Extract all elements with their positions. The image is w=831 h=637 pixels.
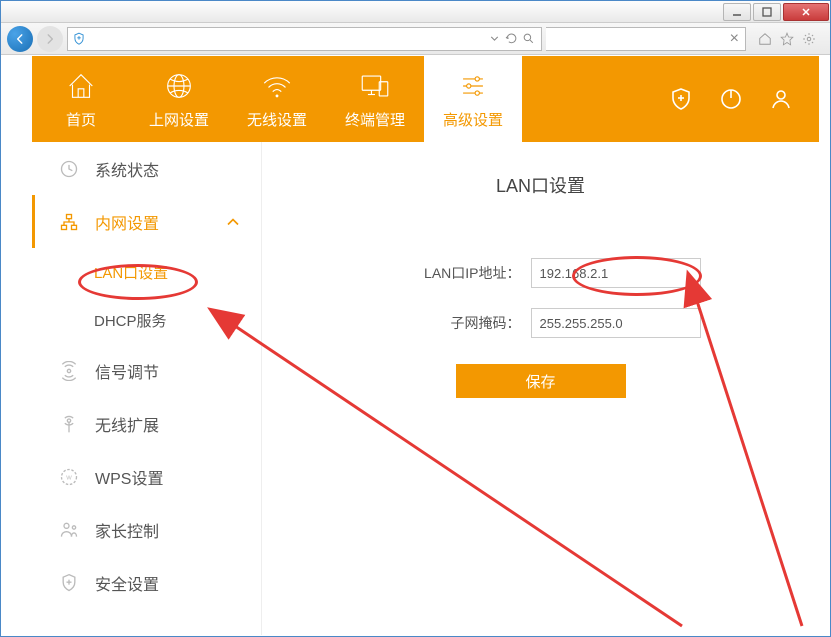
window-maximize-button[interactable] bbox=[753, 3, 781, 21]
ip-label: LAN口IP地址： bbox=[381, 263, 521, 283]
sidebar-item-label: 安全设置 bbox=[95, 571, 159, 595]
form-row-mask: 子网掩码： bbox=[292, 308, 789, 338]
chevron-up-icon bbox=[223, 212, 243, 232]
page-viewport: 首页 上网设置 无线设置 终端管理 高级设置 bbox=[2, 56, 829, 635]
signal-icon bbox=[59, 361, 79, 381]
sidebar-sub-dhcp[interactable]: DHCP服务 bbox=[32, 296, 261, 344]
sidebar-item-system-status[interactable]: 系统状态 bbox=[32, 142, 261, 195]
sidebar-item-label: 无线扩展 bbox=[95, 412, 159, 436]
power-icon[interactable] bbox=[719, 87, 743, 111]
devices-icon bbox=[358, 69, 392, 103]
sidebar-item-wireless-extend[interactable]: 无线扩展 bbox=[32, 397, 261, 450]
tab-wireless-settings[interactable]: 无线设置 bbox=[228, 56, 326, 142]
mask-label: 子网掩码： bbox=[381, 313, 521, 333]
home-icon bbox=[64, 69, 98, 103]
nav-spacer bbox=[522, 56, 669, 142]
mask-input[interactable] bbox=[531, 308, 701, 338]
save-button[interactable]: 保存 bbox=[456, 364, 626, 398]
svg-text:W: W bbox=[66, 475, 72, 481]
sidebar: 系统状态 内网设置 LAN口设置 DHCP服务 信 bbox=[32, 142, 262, 635]
browser-toolbar: × bbox=[1, 23, 830, 55]
address-bar[interactable] bbox=[67, 27, 542, 51]
tab-internet-settings[interactable]: 上网设置 bbox=[130, 56, 228, 142]
tab-label: 上网设置 bbox=[149, 109, 209, 130]
ip-input[interactable] bbox=[531, 258, 701, 288]
dropdown-icon[interactable] bbox=[488, 32, 501, 45]
sidebar-sub-label: DHCP服务 bbox=[94, 310, 167, 331]
sidebar-item-label: 信号调节 bbox=[95, 359, 159, 383]
sidebar-item-lan-settings[interactable]: 内网设置 bbox=[32, 195, 261, 248]
tab-label: 终端管理 bbox=[345, 109, 405, 130]
shield-plus-icon bbox=[59, 573, 79, 593]
wifi-icon bbox=[260, 69, 294, 103]
sliders-icon bbox=[456, 69, 490, 103]
gear-icon[interactable] bbox=[802, 32, 816, 46]
tab-label: 首页 bbox=[66, 109, 96, 130]
main-panel: LAN口设置 LAN口IP地址： 子网掩码： 保存 bbox=[262, 142, 819, 635]
window-titlebar bbox=[1, 1, 830, 23]
form-row-ip: LAN口IP地址： bbox=[292, 258, 789, 288]
router-admin-page: 首页 上网设置 无线设置 终端管理 高级设置 bbox=[32, 56, 819, 635]
sidebar-item-signal[interactable]: 信号调节 bbox=[32, 344, 261, 397]
tab-label: 无线设置 bbox=[247, 109, 307, 130]
refresh-icon[interactable] bbox=[505, 32, 518, 45]
network-icon bbox=[59, 212, 79, 232]
address-tools bbox=[482, 32, 541, 45]
search-icon[interactable] bbox=[522, 32, 535, 45]
wps-icon: W bbox=[59, 467, 79, 487]
parental-icon bbox=[59, 520, 79, 540]
sidebar-item-label: WPS设置 bbox=[95, 465, 163, 489]
tab-close-button[interactable]: × bbox=[724, 30, 745, 48]
nav-back-button[interactable] bbox=[7, 26, 33, 52]
star-icon[interactable] bbox=[780, 32, 794, 46]
nav-forward-button[interactable] bbox=[37, 26, 63, 52]
top-navigation: 首页 上网设置 无线设置 终端管理 高级设置 bbox=[32, 56, 819, 142]
sidebar-sub-label: LAN口设置 bbox=[94, 262, 168, 283]
window-minimize-button[interactable] bbox=[723, 3, 751, 21]
site-shield-icon bbox=[68, 32, 90, 46]
sidebar-item-security[interactable]: 安全设置 bbox=[32, 556, 261, 609]
browser-right-icons bbox=[750, 32, 824, 46]
user-icon[interactable] bbox=[769, 87, 793, 111]
page-body: 系统状态 内网设置 LAN口设置 DHCP服务 信 bbox=[32, 142, 819, 635]
panel-title: LAN口设置 bbox=[292, 172, 789, 198]
clock-icon bbox=[59, 159, 79, 179]
home-icon[interactable] bbox=[758, 32, 772, 46]
tab-client-management[interactable]: 终端管理 bbox=[326, 56, 424, 142]
window-close-button[interactable] bbox=[783, 3, 829, 21]
tab-home[interactable]: 首页 bbox=[32, 56, 130, 142]
antenna-icon bbox=[59, 414, 79, 434]
browser-window: × 首页 上网设置 无线设置 bbox=[0, 0, 831, 637]
sidebar-item-label: 系统状态 bbox=[95, 157, 159, 181]
sidebar-item-parental[interactable]: 家长控制 bbox=[32, 503, 261, 556]
top-right-icons bbox=[669, 56, 819, 142]
sidebar-item-label: 内网设置 bbox=[95, 210, 159, 234]
shield-icon[interactable] bbox=[669, 87, 693, 111]
tab-advanced-settings[interactable]: 高级设置 bbox=[424, 56, 522, 142]
sidebar-item-label: 家长控制 bbox=[95, 518, 159, 542]
sidebar-sub-lan-port[interactable]: LAN口设置 bbox=[32, 248, 261, 296]
browser-tab[interactable]: × bbox=[546, 27, 746, 51]
tab-label: 高级设置 bbox=[443, 109, 503, 130]
globe-icon bbox=[162, 69, 196, 103]
sidebar-item-wps[interactable]: W WPS设置 bbox=[32, 450, 261, 503]
